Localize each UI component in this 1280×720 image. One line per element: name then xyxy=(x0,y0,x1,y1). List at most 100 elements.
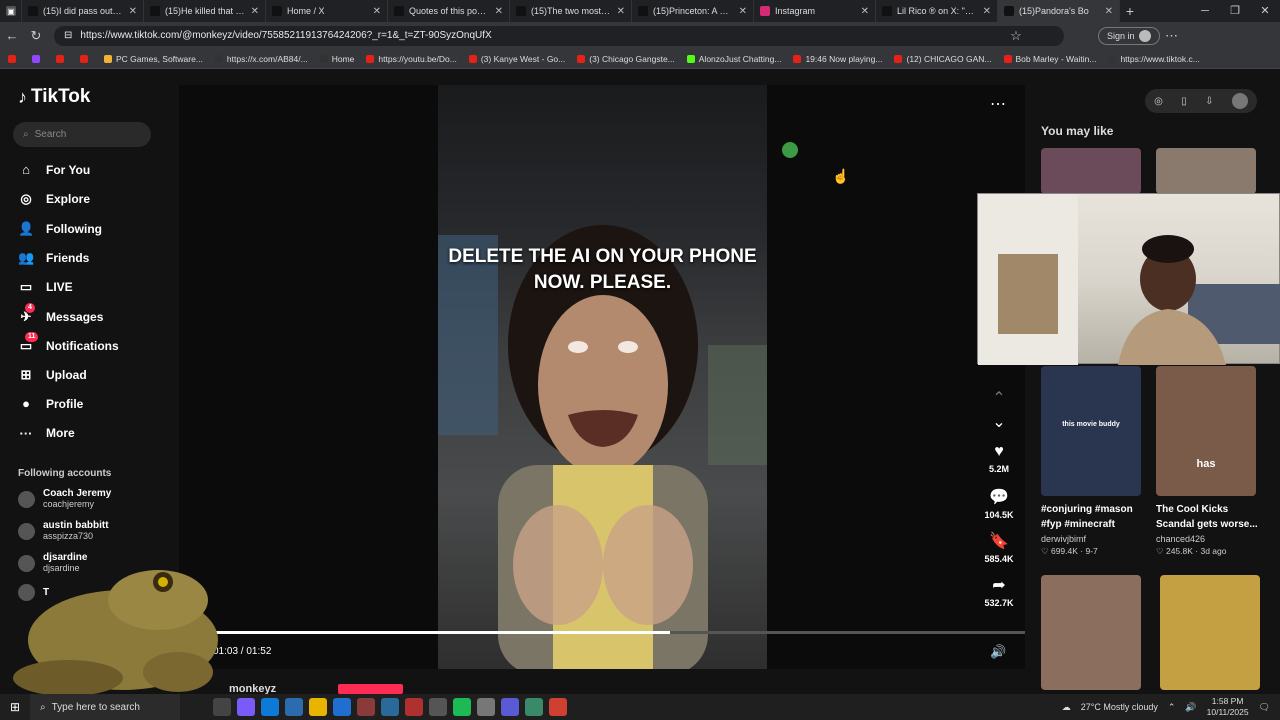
sidebar-item-notifications[interactable]: ▭ 11 Notifications xyxy=(18,331,119,354)
close-tab-icon[interactable]: ✕ xyxy=(1105,6,1113,17)
app-icon[interactable] xyxy=(357,698,375,716)
maximize-button[interactable]: ❐ xyxy=(1220,0,1250,22)
browser-tab[interactable]: (15)Pandora's Bo ✕ xyxy=(998,0,1120,22)
video-player[interactable] xyxy=(438,85,767,669)
recommendation-info[interactable]: #conjuring #mason #fyp #minecraft derwiv… xyxy=(1041,502,1151,557)
sidebar-item-following[interactable]: 👤 Following xyxy=(18,221,102,237)
outlook-icon[interactable] xyxy=(333,698,351,716)
following-account[interactable]: Coach Jeremy coachjeremy xyxy=(18,488,111,510)
close-tab-icon[interactable]: ✕ xyxy=(495,6,503,17)
chrome-icon[interactable] xyxy=(549,698,567,716)
browser-tab[interactable]: Quotes of this post / X ✕ xyxy=(388,0,510,22)
app-icon[interactable] xyxy=(525,698,543,716)
browser-tab[interactable]: (15)The two most influ ✕ xyxy=(510,0,632,22)
app-icon[interactable] xyxy=(477,698,495,716)
bookmark-item[interactable]: https://youtu.be/Do... xyxy=(366,54,457,64)
browser-tab[interactable]: (15)Princeton: A Heartw ✕ xyxy=(632,0,754,22)
bookmark-item[interactable]: https://www.tiktok.c... xyxy=(1108,54,1200,64)
download-icon[interactable]: ⇩ xyxy=(1205,96,1213,107)
windows-start-icon[interactable]: ⊞ xyxy=(0,700,30,714)
device-icon[interactable]: ▯ xyxy=(1181,96,1187,107)
new-tab-button[interactable]: + xyxy=(1120,3,1140,19)
weather-text[interactable]: 27°C Mostly cloudy xyxy=(1081,702,1158,712)
bookmark-item[interactable]: Bob Marley - Waitin... xyxy=(1003,54,1096,64)
prev-video-button[interactable]: ⌃ xyxy=(980,388,1018,408)
menu-dots-icon[interactable]: ⋯ xyxy=(1160,28,1184,44)
recommendation-info[interactable]: The Cool Kicks Scandal gets worse... cha… xyxy=(1156,502,1266,557)
browser-tab[interactable]: (15)He killed that danc ✕ xyxy=(144,0,266,22)
sidebar-item-profile[interactable]: ● Profile xyxy=(18,396,83,411)
profile-avatar[interactable] xyxy=(1231,93,1248,109)
app-icon[interactable] xyxy=(405,698,423,716)
volume-icon[interactable]: 🔊 xyxy=(990,644,1006,660)
close-window-button[interactable]: ✕ xyxy=(1250,0,1280,22)
browser-tab[interactable]: Home / X ✕ xyxy=(266,0,388,22)
close-tab-icon[interactable]: ✕ xyxy=(861,6,869,17)
sidebar-item-explore[interactable]: ◎ Explore xyxy=(18,191,90,207)
close-tab-icon[interactable]: ✕ xyxy=(251,6,259,17)
copilot-icon[interactable] xyxy=(237,698,255,716)
sidebar-item-friends[interactable]: 👥 Friends xyxy=(18,250,89,266)
recommendation-thumbnail[interactable]: this movie buddy xyxy=(1041,366,1141,496)
refresh-button[interactable]: ↻ xyxy=(24,28,48,44)
bookmark-item[interactable]: (3) Kanye West - Go... xyxy=(468,54,565,64)
follow-button[interactable] xyxy=(338,684,403,694)
sidebar-item-for-you[interactable]: ⌂ For You xyxy=(18,162,90,177)
sidebar-item-live[interactable]: ▭ LIVE xyxy=(18,279,73,295)
app-icon[interactable] xyxy=(501,698,519,716)
tab-actions-button[interactable]: ▣ xyxy=(0,0,22,22)
bookmark-item[interactable]: AlonzoJust Chatting... xyxy=(686,54,781,64)
recommendation-thumb-top-2[interactable] xyxy=(1156,148,1256,194)
close-tab-icon[interactable]: ✕ xyxy=(739,6,747,17)
bookmark-item[interactable]: Home xyxy=(319,54,354,64)
close-tab-icon[interactable]: ✕ xyxy=(617,6,625,17)
site-info-icon[interactable]: ⊟ xyxy=(64,30,72,41)
tiktok-logo[interactable]: ♪ TikTok xyxy=(18,86,90,108)
recommendation-thumb-bottom-1[interactable] xyxy=(1041,575,1141,690)
close-tab-icon[interactable]: ✕ xyxy=(983,6,991,17)
save-button[interactable]: 🔖 585.4K xyxy=(980,531,1018,564)
bookmark-item[interactable] xyxy=(56,54,68,63)
more-options-icon[interactable]: ⋯ xyxy=(990,94,1006,114)
recommendation-thumb-top-1[interactable] xyxy=(1041,148,1141,194)
minimize-button[interactable]: ─ xyxy=(1190,0,1220,22)
share-button[interactable]: ➦ 532.7K xyxy=(980,575,1018,608)
bookmark-item[interactable]: (3) Chicago Gangste... xyxy=(577,54,675,64)
bookmark-item[interactable]: PC Games, Software... xyxy=(104,54,203,64)
app-icon[interactable] xyxy=(381,698,399,716)
next-video-button[interactable]: ⌄ xyxy=(980,412,1018,432)
tray-chevron-icon[interactable]: ⌃ xyxy=(1168,702,1176,713)
bookmark-item[interactable]: 19:46 Now playing... xyxy=(793,54,882,64)
task-view-icon[interactable] xyxy=(213,698,231,716)
close-tab-icon[interactable]: ✕ xyxy=(373,6,381,17)
search-input[interactable]: ⌕ Search xyxy=(13,122,151,147)
recommendation-thumbnail[interactable]: has xyxy=(1156,366,1256,496)
notifications-tray-icon[interactable]: 🗨 xyxy=(1259,702,1270,713)
browser-tab[interactable]: Instagram ✕ xyxy=(754,0,876,22)
compass-icon[interactable]: ◎ xyxy=(1154,96,1163,107)
comment-button[interactable]: 💬 104.5K xyxy=(980,487,1018,520)
sidebar-item-messages[interactable]: ✈ 4 Messages xyxy=(18,302,103,325)
favorites-star-icon[interactable]: ☆ xyxy=(1004,28,1028,44)
volume-tray-icon[interactable]: 🔊 xyxy=(1185,702,1196,713)
store-icon[interactable] xyxy=(285,698,303,716)
back-button[interactable]: ← xyxy=(0,28,24,43)
bookmark-item[interactable]: https://x.com/AB84/... xyxy=(214,54,308,64)
browser-tab[interactable]: Lil Rico ® on X: "Bro is ✕ xyxy=(876,0,998,22)
recommendation-thumb-bottom-2[interactable] xyxy=(1160,575,1260,690)
browser-tab[interactable]: (15)I did pass out early ✕ xyxy=(22,0,144,22)
app-icon[interactable] xyxy=(429,698,447,716)
edge-icon[interactable] xyxy=(261,698,279,716)
bookmark-item[interactable]: (12) CHICAGO GAN... xyxy=(894,54,992,64)
bookmark-item[interactable] xyxy=(32,54,44,63)
clock[interactable]: 1:58 PM 10/11/2025 xyxy=(1207,696,1249,718)
close-tab-icon[interactable]: ✕ xyxy=(129,6,137,17)
sidebar-item-upload[interactable]: ⊞ Upload xyxy=(18,367,87,383)
url-field[interactable]: ⊟ https://www.tiktok.com/@monkeyz/video/… xyxy=(54,25,1064,46)
spotify-icon[interactable] xyxy=(453,698,471,716)
sidebar-item-more[interactable]: ··· More xyxy=(18,426,75,441)
taskbar-search-input[interactable]: ⌕ Type here to search xyxy=(30,694,180,720)
bookmark-item[interactable] xyxy=(8,54,20,63)
bookmark-item[interactable] xyxy=(80,54,92,63)
following-account[interactable]: austin babbitt asspizza730 xyxy=(18,520,109,542)
